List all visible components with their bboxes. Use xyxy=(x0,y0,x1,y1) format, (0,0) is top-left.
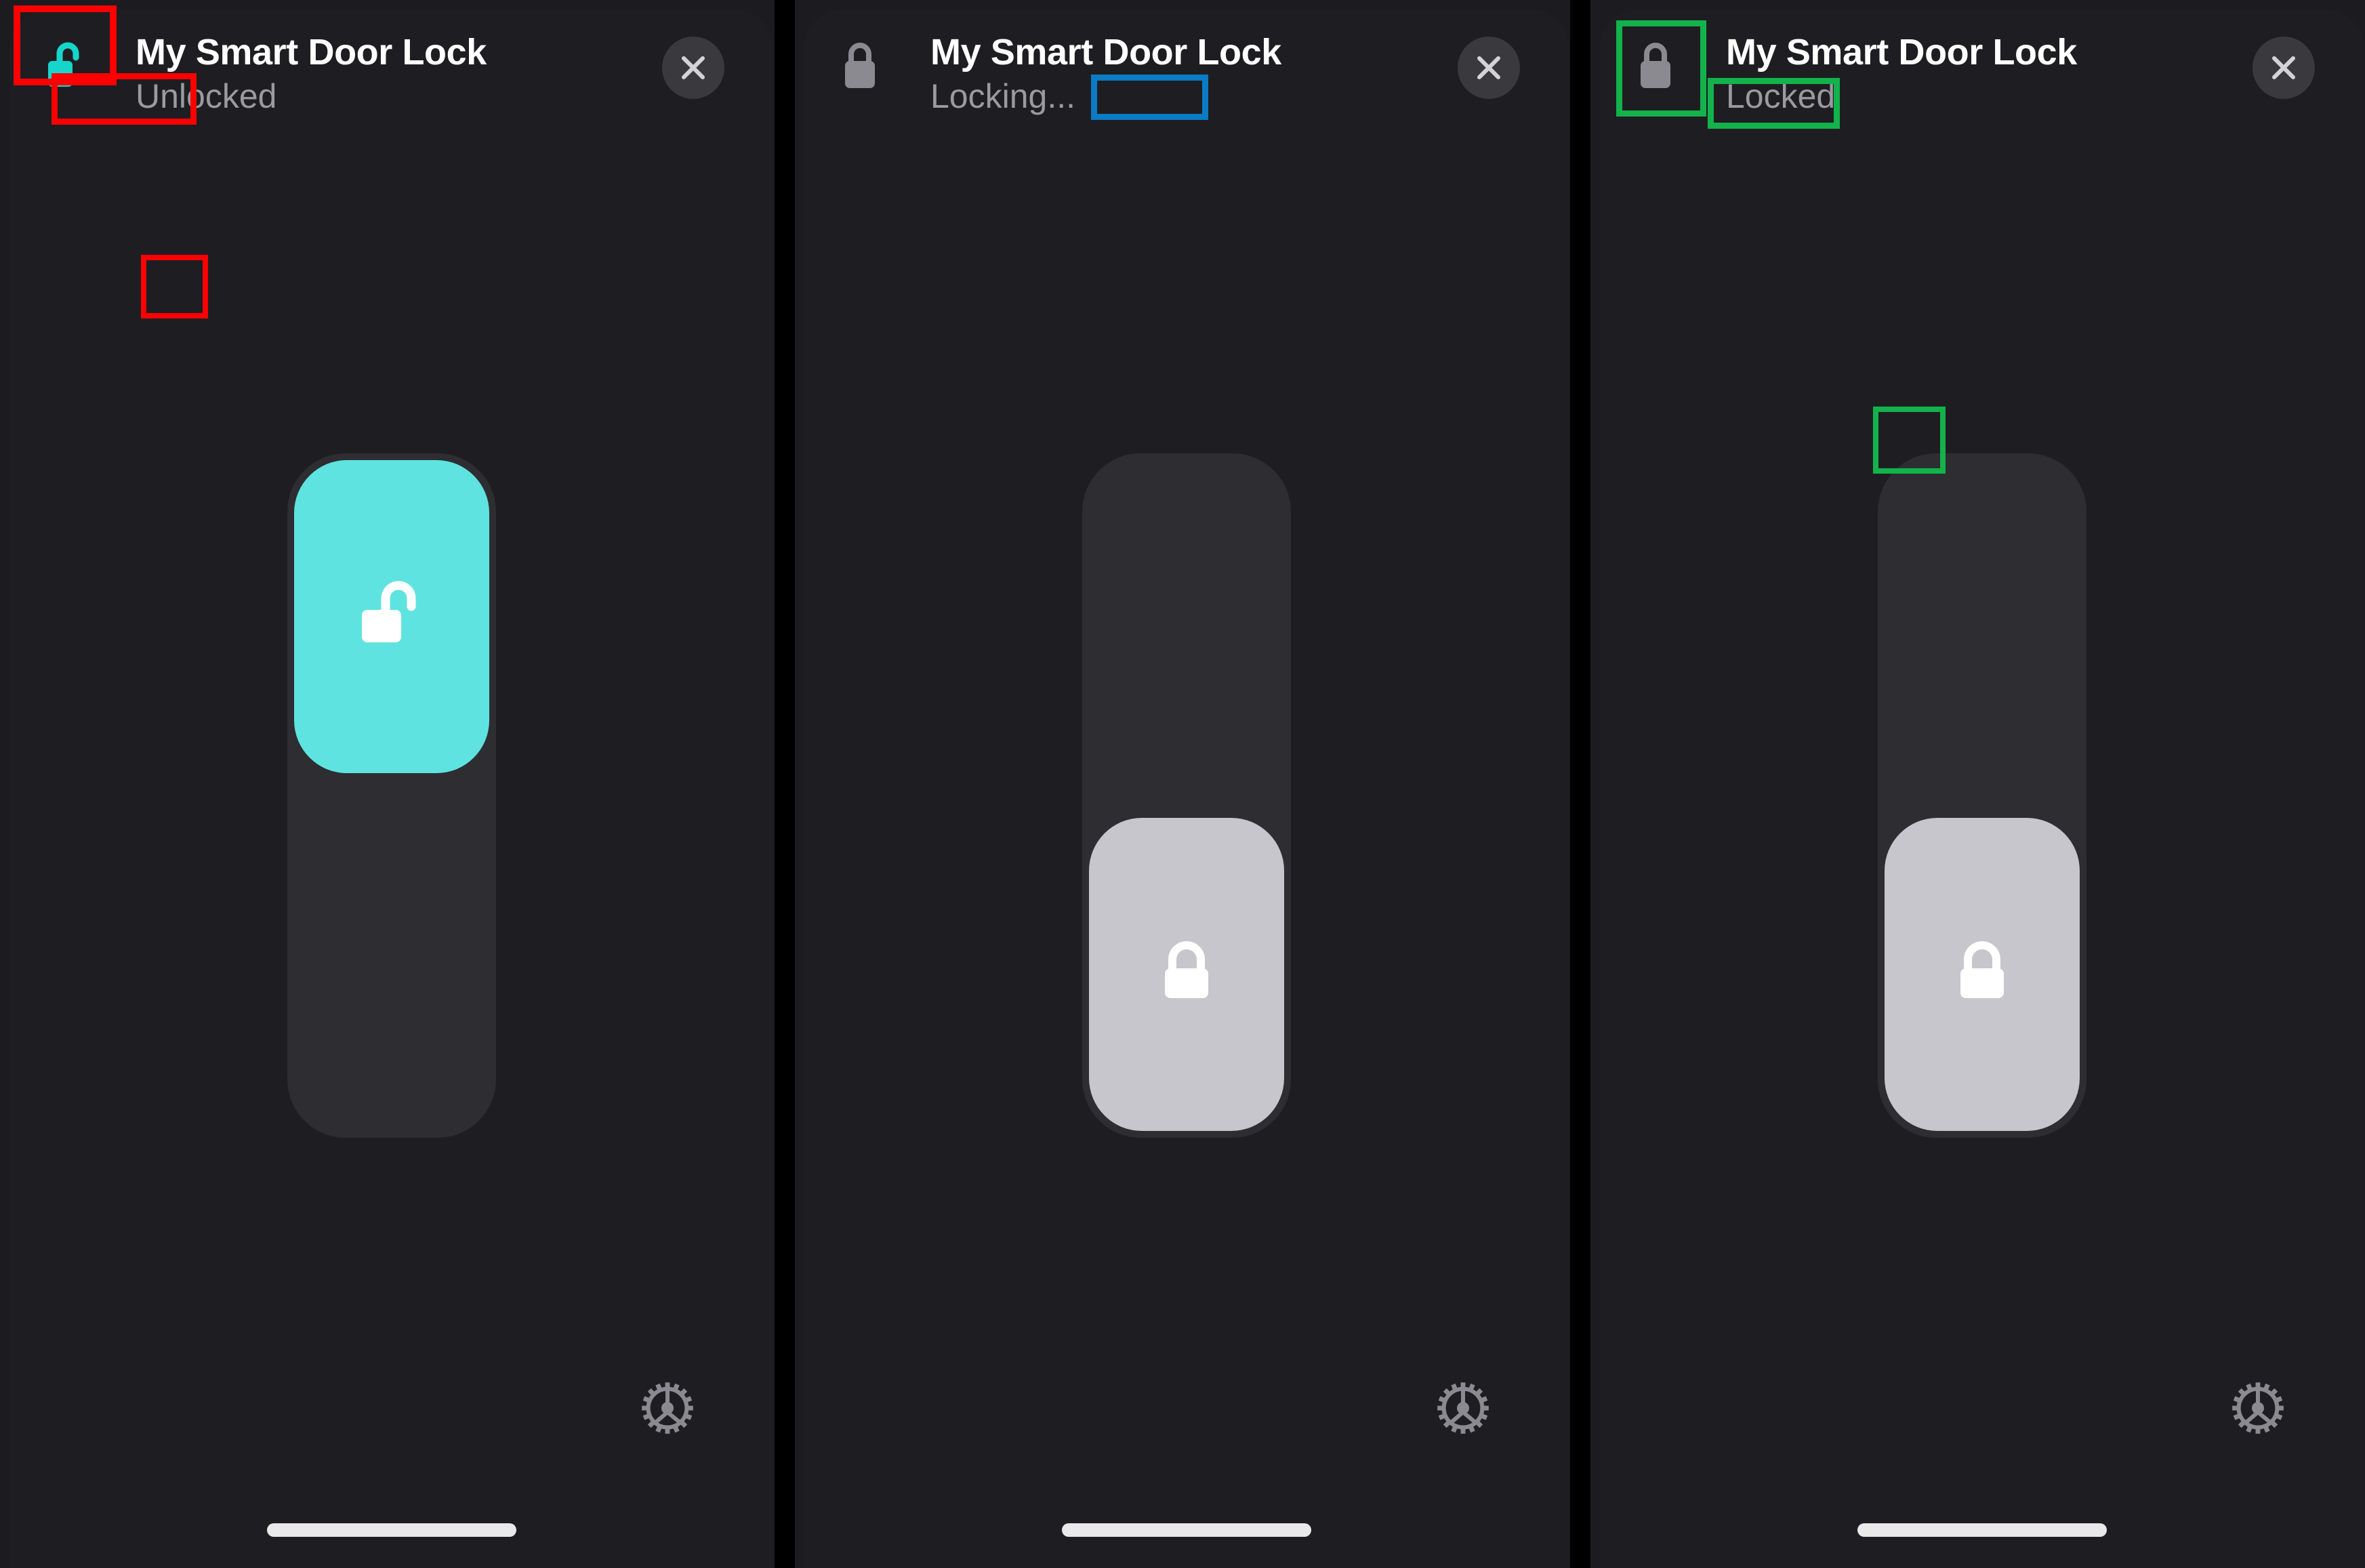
lock-slider-thumb[interactable] xyxy=(1884,818,2080,1131)
lock-slider-thumb[interactable] xyxy=(1089,818,1284,1131)
settings-button[interactable] xyxy=(2223,1373,2293,1443)
gear-icon xyxy=(2232,1382,2284,1434)
phone-panel-locking: My Smart Door Lock Locking... xyxy=(795,0,1570,1568)
lock-slider-track[interactable] xyxy=(287,453,496,1138)
lock-closed-icon xyxy=(1165,941,1208,998)
phone-panel-locked: My Smart Door Lock Locked xyxy=(1590,0,2365,1568)
home-indicator[interactable] xyxy=(266,1523,516,1537)
device-sheet: My Smart Door Lock Locking... xyxy=(804,9,1569,1568)
home-indicator[interactable] xyxy=(1857,1523,2107,1537)
lock-slider-wrap xyxy=(9,9,773,1568)
lock-closed-icon xyxy=(1960,941,2004,998)
unlock-open-icon xyxy=(361,581,415,642)
phone-panel-unlocked: My Smart Door Lock Unlocked xyxy=(0,0,775,1568)
lock-slider-track[interactable] xyxy=(1082,453,1291,1138)
home-indicator[interactable] xyxy=(1062,1523,1311,1537)
settings-button[interactable] xyxy=(632,1373,703,1443)
lock-slider-wrap xyxy=(1600,9,2364,1568)
device-sheet: My Smart Door Lock Locked xyxy=(1600,9,2364,1568)
lock-slider-wrap xyxy=(804,9,1569,1568)
lock-slider-track[interactable] xyxy=(1877,453,2086,1138)
gear-icon xyxy=(1437,1382,1489,1434)
device-sheet: My Smart Door Lock Unlocked xyxy=(9,9,773,1568)
lock-slider-thumb[interactable] xyxy=(293,460,489,773)
settings-button[interactable] xyxy=(1428,1373,1498,1443)
screenshot-root: My Smart Door Lock Unlocked My Smart Doo… xyxy=(0,0,2365,1568)
gear-icon xyxy=(642,1382,693,1434)
